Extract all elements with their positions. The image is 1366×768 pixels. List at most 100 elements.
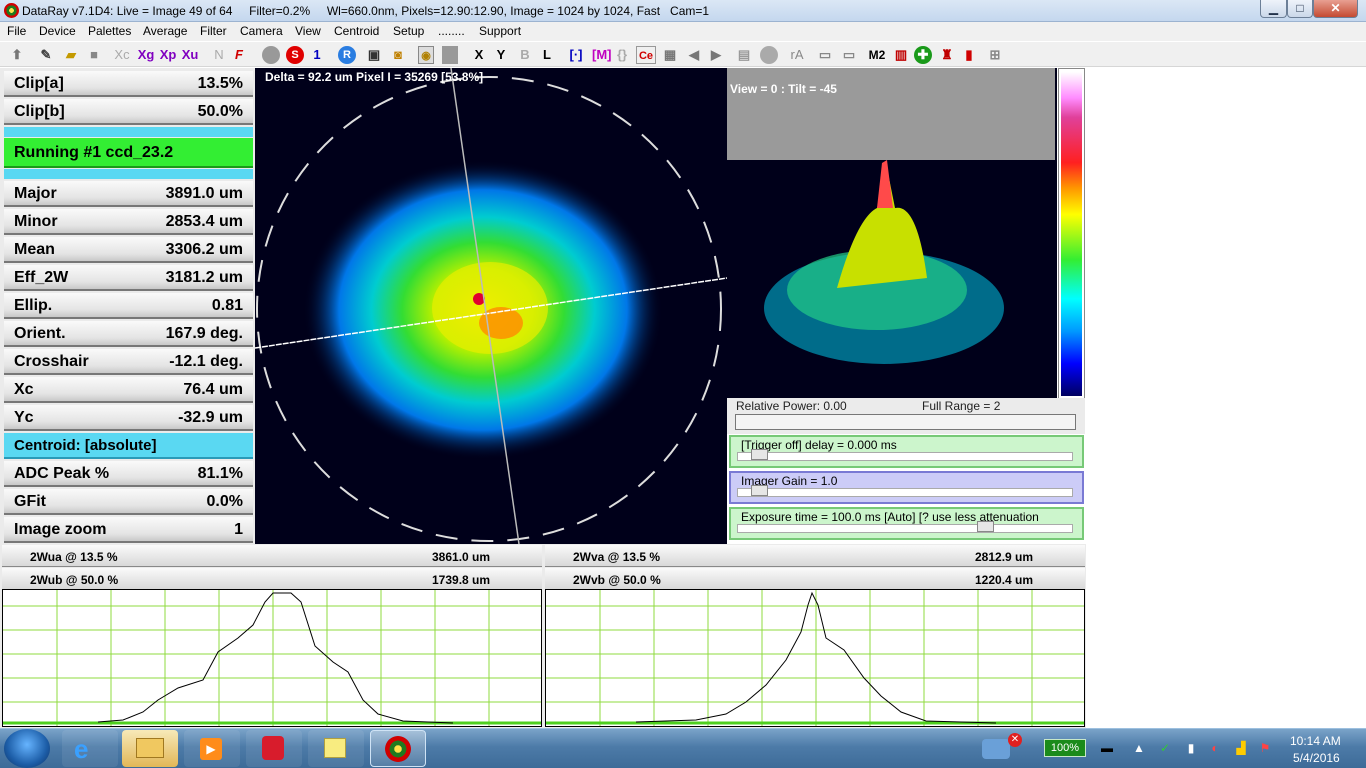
print-preview-icon[interactable]: ▭	[840, 46, 858, 64]
trigger-slider-thumb[interactable]	[751, 449, 768, 460]
exposure-slider-thumb[interactable]	[977, 521, 994, 532]
show-hidden-icons[interactable]: ▲	[1132, 741, 1146, 755]
thermometer-icon[interactable]: ▮	[962, 46, 976, 64]
security-icon[interactable]: ✓	[1158, 741, 1172, 755]
signal-icon[interactable]: ▟	[1234, 741, 1248, 755]
taskbar-media[interactable]: ▶	[184, 730, 240, 767]
trigger-control[interactable]: [Trigger off] delay = 0.000 ms	[729, 435, 1084, 468]
clip-a-row[interactable]: Clip[a] 13.5%	[4, 71, 253, 97]
y-button[interactable]: Y	[494, 46, 508, 64]
close-button[interactable]: ✕	[1313, 0, 1358, 18]
xg-button[interactable]: Xg	[136, 46, 156, 64]
orient-row[interactable]: Orient. 167.9 deg.	[4, 321, 253, 347]
xc-button[interactable]: Xc	[112, 46, 132, 64]
minor-row[interactable]: Minor 2853.4 um	[4, 209, 253, 235]
battery-indicator[interactable]: 100%	[1044, 739, 1086, 757]
save-icon[interactable]: ■	[86, 46, 102, 64]
gfit-row[interactable]: GFit 0.0%	[4, 489, 253, 515]
taskbar-dataray[interactable]	[370, 730, 426, 767]
adc-peak-row[interactable]: ADC Peak % 81.1%	[4, 461, 253, 487]
f-button[interactable]: F	[232, 46, 246, 64]
menu-device[interactable]: Device	[39, 24, 76, 38]
xu-button[interactable]: Xu	[180, 46, 200, 64]
menu-palettes[interactable]: Palettes	[88, 24, 131, 38]
clock-date[interactable]: 5/4/2016	[1293, 751, 1340, 765]
clock-time[interactable]: 10:14 AM	[1290, 734, 1341, 748]
taskbar-app[interactable]	[246, 730, 302, 767]
gain-control[interactable]: Imager Gain = 1.0	[729, 471, 1084, 504]
record-icon[interactable]	[262, 46, 280, 64]
wvb-row[interactable]: 2Wvb @ 50.0 % 1220.4 um	[545, 568, 1085, 590]
exposure-control[interactable]: Exposure time = 100.0 ms [Auto] [? use l…	[729, 507, 1084, 540]
ra-button[interactable]: rA	[788, 46, 806, 64]
print-icon[interactable]: ▭	[816, 46, 834, 64]
profile-u[interactable]	[2, 589, 542, 727]
gray-square-icon[interactable]	[442, 46, 458, 64]
taskbar-ie[interactable]: e	[62, 730, 118, 767]
running-status[interactable]: Running #1 ccd_23.2	[4, 138, 253, 168]
major-row[interactable]: Major 3891.0 um	[4, 181, 253, 207]
centroid-row[interactable]: Centroid: [absolute]	[4, 433, 253, 459]
start-button[interactable]	[4, 729, 50, 768]
exposure-slider-track[interactable]	[737, 524, 1073, 533]
menu-camera[interactable]: Camera	[240, 24, 283, 38]
menu-average[interactable]: Average	[143, 24, 187, 38]
crosshair-icon[interactable]: ✚	[914, 46, 932, 64]
circle-icon[interactable]	[760, 46, 778, 64]
eff-2w-row[interactable]: Eff_2W 3181.2 um	[4, 265, 253, 291]
r-button[interactable]: R	[338, 46, 356, 64]
xp-button[interactable]: Xp	[158, 46, 178, 64]
menu-support[interactable]: Support	[479, 24, 521, 38]
tray-network-app[interactable]: ✕	[978, 733, 1022, 765]
volume-muted-icon[interactable]: ◐	[1208, 741, 1222, 755]
gain-slider-thumb[interactable]	[751, 485, 768, 496]
grid-icon[interactable]: ▦	[662, 46, 678, 64]
mean-row[interactable]: Mean 3306.2 um	[4, 237, 253, 263]
taskbar-explorer[interactable]	[122, 730, 178, 767]
view-3d[interactable]: View = 0 : Tilt = -45	[727, 68, 1057, 400]
profile-v[interactable]	[545, 589, 1085, 727]
left-arrow-icon[interactable]: ◀	[686, 46, 702, 64]
scope-icon[interactable]: ▥	[892, 46, 910, 64]
ce-button[interactable]: Ce	[636, 46, 656, 64]
m2-button[interactable]: M2	[866, 46, 888, 64]
menu-view[interactable]: View	[295, 24, 321, 38]
wub-row[interactable]: 2Wub @ 50.0 % 1739.8 um	[2, 568, 542, 590]
device-icon[interactable]: ▮	[1184, 741, 1198, 755]
plug-icon[interactable]: ▬	[1100, 741, 1114, 755]
menu-filter[interactable]: Filter	[200, 24, 227, 38]
menu-centroid[interactable]: Centroid	[334, 24, 379, 38]
lock-icon[interactable]: ▣	[366, 46, 382, 64]
unlock-icon[interactable]: ◙	[390, 46, 406, 64]
xc-row[interactable]: Xc 76.4 um	[4, 377, 253, 403]
menu-ellipsis[interactable]: ........	[438, 24, 465, 38]
right-arrow-icon[interactable]: ▶	[708, 46, 724, 64]
maximize-button[interactable]: □	[1287, 0, 1313, 18]
menu-setup[interactable]: Setup	[393, 24, 424, 38]
n-button[interactable]: N	[212, 46, 226, 64]
s-button[interactable]: S	[286, 46, 304, 64]
pencil-icon[interactable]: ✎	[38, 46, 54, 64]
flag-icon[interactable]: ⚑	[1258, 741, 1272, 755]
yc-row[interactable]: Yc -32.9 um	[4, 405, 253, 431]
image-zoom-row[interactable]: Image zoom 1	[4, 517, 253, 543]
minimize-button[interactable]: ▁	[1260, 0, 1287, 18]
app-icon[interactable]	[4, 3, 19, 18]
gain-slider-track[interactable]	[737, 488, 1073, 497]
palette-icon[interactable]: ◉	[418, 46, 434, 64]
help-icon[interactable]: ⊞	[986, 46, 1004, 64]
tool-icon[interactable]: ♜	[938, 46, 956, 64]
beam-image[interactable]: Delta = 92.2 um Pixel I = 35269 [53.8%]	[255, 68, 727, 544]
trigger-slider-track[interactable]	[737, 452, 1073, 461]
b-button[interactable]: B	[518, 46, 532, 64]
x-button[interactable]: X	[472, 46, 486, 64]
chart-icon[interactable]: ▤	[736, 46, 752, 64]
up-arrow-icon[interactable]: ⬆	[8, 46, 26, 64]
ellip-row[interactable]: Ellip. 0.81	[4, 293, 253, 319]
clip-b-row[interactable]: Clip[b] 50.0%	[4, 99, 253, 125]
crosshair-row[interactable]: Crosshair -12.1 deg.	[4, 349, 253, 375]
wva-row[interactable]: 2Wva @ 13.5 % 2812.9 um	[545, 545, 1085, 567]
bracket-m-icon[interactable]: [M]	[592, 46, 612, 64]
folder-open-icon[interactable]: ▰	[62, 46, 80, 64]
bracket-icon[interactable]: [·]	[568, 46, 584, 64]
